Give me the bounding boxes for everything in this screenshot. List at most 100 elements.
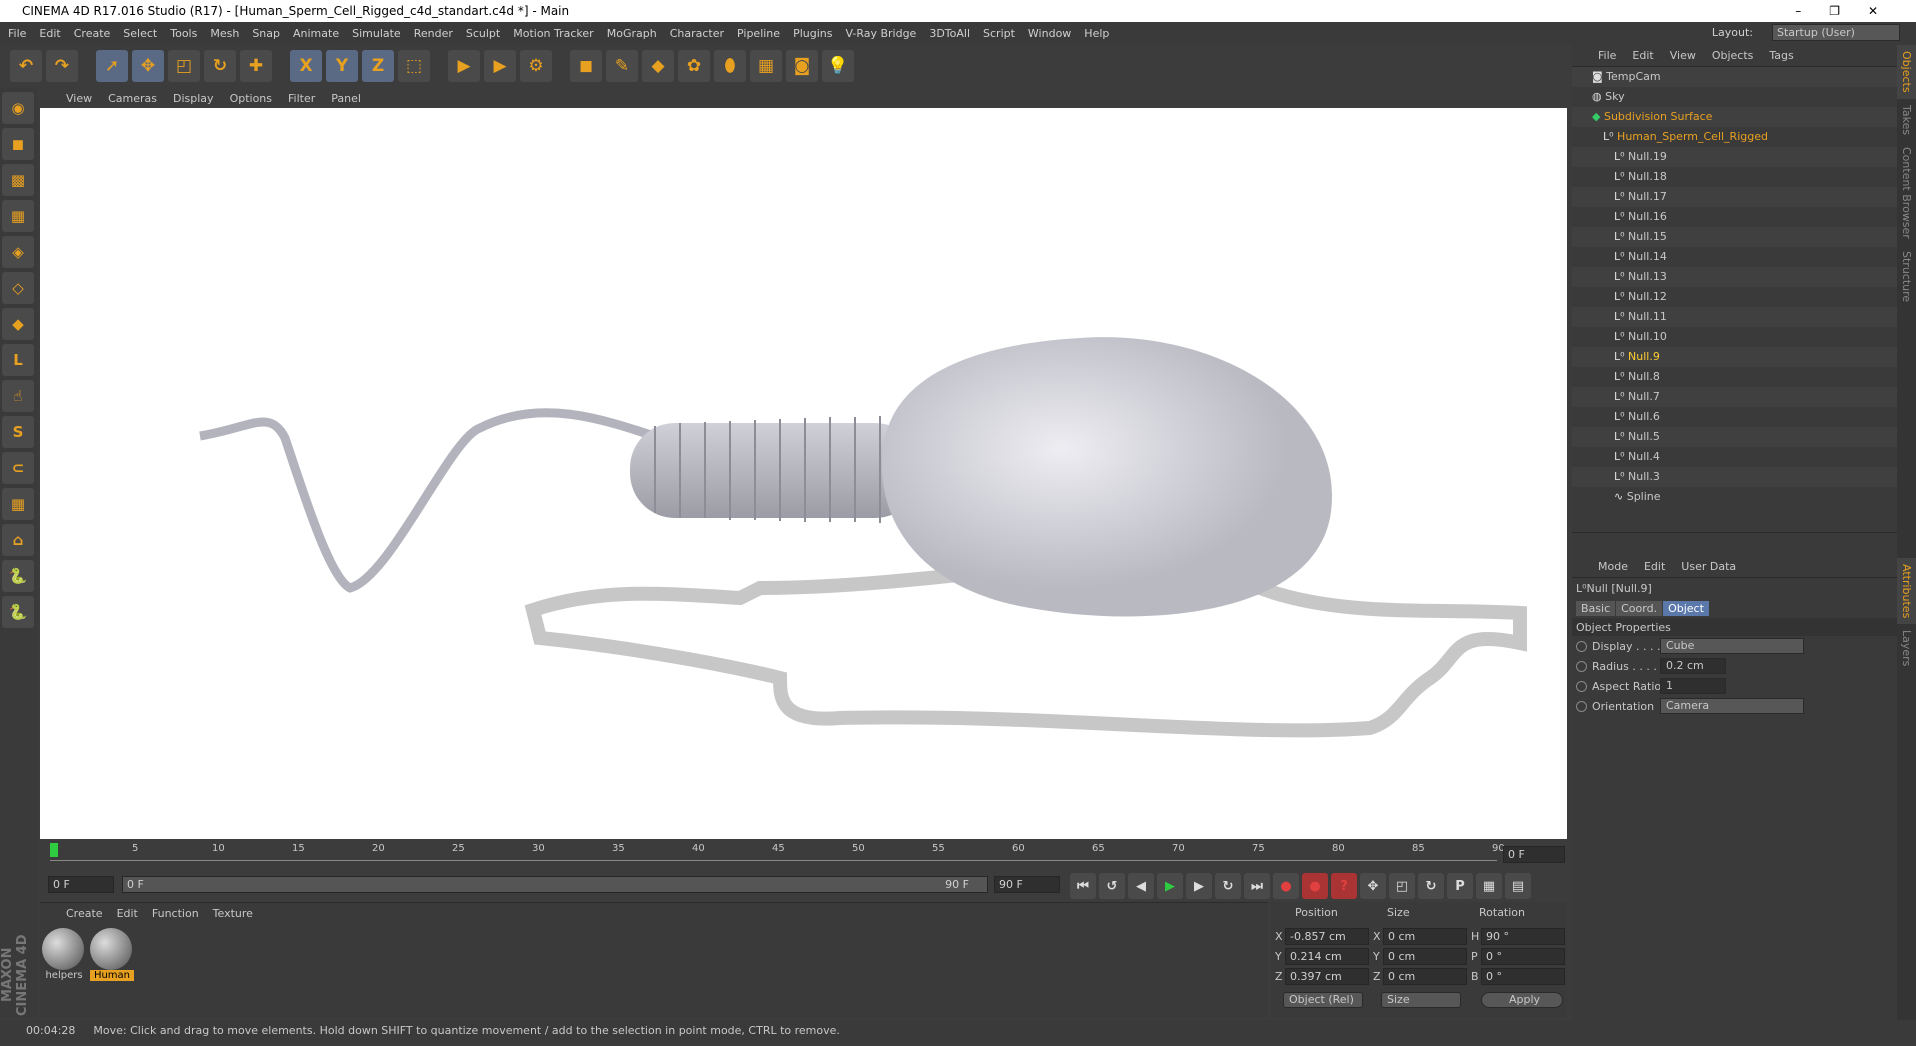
coord-mode-dropdown[interactable]: Object (Rel) bbox=[1283, 992, 1363, 1008]
prev-key-button[interactable]: ↺ bbox=[1099, 873, 1125, 899]
property-value[interactable]: 1 bbox=[1660, 678, 1726, 694]
workplane-button[interactable]: ▦ bbox=[2, 200, 34, 232]
object-item-null-10[interactable]: L⁰ Null.10 bbox=[1572, 327, 1897, 347]
step-back-button[interactable]: ◀ bbox=[1128, 873, 1154, 899]
points-mode-button[interactable]: ◈ bbox=[2, 236, 34, 268]
animate-radio[interactable] bbox=[1576, 700, 1587, 712]
locked-workplane-button[interactable]: ⌂ bbox=[2, 524, 34, 556]
object-item-null-11[interactable]: L⁰ Null.11 bbox=[1572, 307, 1897, 327]
select-button[interactable]: ➚ bbox=[96, 50, 128, 82]
menu-render[interactable]: Render bbox=[414, 27, 453, 40]
objects-menu-edit[interactable]: Edit bbox=[1632, 49, 1653, 62]
coord-system-button[interactable]: ⬚ bbox=[398, 50, 430, 82]
python-button-2[interactable]: 🐍 bbox=[2, 596, 34, 628]
attributes-menu-mode[interactable]: Mode bbox=[1598, 560, 1628, 573]
python-button[interactable]: 🐍 bbox=[2, 560, 34, 592]
objects-menu-view[interactable]: View bbox=[1670, 49, 1696, 62]
scale-button[interactable]: ◰ bbox=[168, 50, 200, 82]
apply-button[interactable]: Apply bbox=[1481, 992, 1563, 1008]
window-controls[interactable]: –❐✕ bbox=[1795, 0, 1906, 22]
attributes-menu-edit[interactable]: Edit bbox=[1644, 560, 1665, 573]
object-item-null-15[interactable]: L⁰ Null.15 bbox=[1572, 227, 1897, 247]
object-item-null-9[interactable]: L⁰ Null.9 bbox=[1572, 347, 1897, 367]
x-axis-button[interactable]: X bbox=[290, 50, 322, 82]
move-button[interactable]: ✥ bbox=[132, 50, 164, 82]
range-slider[interactable]: 0 F 90 F bbox=[122, 876, 988, 893]
menu-create[interactable]: Create bbox=[74, 27, 111, 40]
material-menu-edit[interactable]: Edit bbox=[117, 907, 138, 923]
object-item-null-18[interactable]: L⁰ Null.18 bbox=[1572, 167, 1897, 187]
material-helpers[interactable]: helpers bbox=[42, 928, 86, 981]
undo-button[interactable]: ↶ bbox=[10, 50, 42, 82]
property-value[interactable]: Camera bbox=[1660, 698, 1804, 714]
menu-mesh[interactable]: Mesh bbox=[210, 27, 239, 40]
snap-button[interactable]: S bbox=[2, 416, 34, 448]
tweak-button[interactable]: ☝ bbox=[2, 380, 34, 412]
add-button[interactable]: ✚ bbox=[240, 50, 272, 82]
menu-motion-tracker[interactable]: Motion Tracker bbox=[513, 27, 593, 40]
model-mode-button[interactable]: ◼ bbox=[2, 128, 34, 160]
objects-menu-objects[interactable]: Objects bbox=[1712, 49, 1754, 62]
menu-character[interactable]: Character bbox=[670, 27, 724, 40]
menu-3dtoall[interactable]: 3DToAll bbox=[929, 27, 970, 40]
camera-button[interactable]: ◙ bbox=[786, 50, 818, 82]
go-start-button[interactable]: ⏮ bbox=[1070, 873, 1096, 899]
tab-object[interactable]: Object bbox=[1663, 600, 1709, 616]
side-tab-content-browser[interactable]: Content Browser bbox=[1897, 141, 1916, 245]
subdivision-button[interactable]: ◆ bbox=[642, 50, 674, 82]
property-value[interactable]: 0.2 cm bbox=[1660, 658, 1726, 674]
size-mode-dropdown[interactable]: Size bbox=[1381, 992, 1461, 1008]
property-value[interactable]: Cube bbox=[1660, 638, 1804, 654]
object-item-null-6[interactable]: L⁰ Null.6 bbox=[1572, 407, 1897, 427]
key-param-button[interactable]: P bbox=[1447, 873, 1473, 899]
menu-help[interactable]: Help bbox=[1084, 27, 1109, 40]
side-tab-objects[interactable]: Objects bbox=[1897, 45, 1916, 99]
deformer-button[interactable]: ⬮ bbox=[714, 50, 746, 82]
menu-pipeline[interactable]: Pipeline bbox=[737, 27, 780, 40]
pen-button[interactable]: ✎ bbox=[606, 50, 638, 82]
z-axis-button[interactable]: Z bbox=[362, 50, 394, 82]
menu-window[interactable]: Window bbox=[1028, 27, 1071, 40]
objects-menu-file[interactable]: File bbox=[1598, 49, 1616, 62]
side-tab-attributes[interactable]: Attributes bbox=[1897, 557, 1916, 624]
menu-snap[interactable]: Snap bbox=[252, 27, 280, 40]
y-axis-button[interactable]: Y bbox=[326, 50, 358, 82]
object-item-null-14[interactable]: L⁰ Null.14 bbox=[1572, 247, 1897, 267]
play-button[interactable]: ▶ bbox=[1157, 873, 1183, 899]
autokey-button[interactable]: ● bbox=[1302, 873, 1328, 899]
object-item-null-4[interactable]: L⁰ Null.4 bbox=[1572, 447, 1897, 467]
object-item-null-3[interactable]: L⁰ Null.3 bbox=[1572, 467, 1897, 487]
menu-script[interactable]: Script bbox=[983, 27, 1015, 40]
object-item-null-19[interactable]: L⁰ Null.19 bbox=[1572, 147, 1897, 167]
viewport-menu-display[interactable]: Display bbox=[173, 92, 214, 105]
viewport-menu-options[interactable]: Options bbox=[230, 92, 272, 105]
material-menu-texture[interactable]: Texture bbox=[213, 907, 253, 923]
viewport[interactable] bbox=[40, 108, 1567, 839]
size-z-field[interactable]: 0 cm bbox=[1383, 968, 1467, 985]
object-item-subdivision-surface[interactable]: ◆ Subdivision Surface bbox=[1572, 107, 1897, 127]
rot-p-field[interactable]: 0 ° bbox=[1481, 948, 1565, 965]
menu-sculpt[interactable]: Sculpt bbox=[466, 27, 500, 40]
object-item-sky[interactable]: ◍ Sky bbox=[1572, 87, 1897, 107]
menu-file[interactable]: File bbox=[8, 27, 26, 40]
material-menu-create[interactable]: Create bbox=[66, 907, 103, 923]
viewport-menu-panel[interactable]: Panel bbox=[331, 92, 361, 105]
side-tab-takes[interactable]: Takes bbox=[1897, 99, 1916, 141]
record-button[interactable]: ● bbox=[1273, 873, 1299, 899]
menu-mograph[interactable]: MoGraph bbox=[607, 27, 657, 40]
menu-v-ray-bridge[interactable]: V-Ray Bridge bbox=[845, 27, 916, 40]
menu-plugins[interactable]: Plugins bbox=[793, 27, 832, 40]
animate-radio[interactable] bbox=[1576, 680, 1587, 692]
object-item-null-17[interactable]: L⁰ Null.17 bbox=[1572, 187, 1897, 207]
rotate-button[interactable]: ↻ bbox=[204, 50, 236, 82]
object-item-null-5[interactable]: L⁰ Null.5 bbox=[1572, 427, 1897, 447]
rot-b-field[interactable]: 0 ° bbox=[1481, 968, 1565, 985]
end-frame-field[interactable]: 90 F bbox=[994, 876, 1060, 893]
tab-coord[interactable]: Coord. bbox=[1616, 600, 1663, 616]
layout-dropdown[interactable]: Startup (User) bbox=[1772, 24, 1900, 41]
material-human[interactable]: Human bbox=[90, 928, 134, 981]
timeline-button[interactable]: ▤ bbox=[1505, 873, 1531, 899]
object-item-human-sperm-cell-rigged[interactable]: L⁰ Human_Sperm_Cell_Rigged bbox=[1572, 127, 1897, 147]
render-view-button[interactable]: ▶ bbox=[448, 50, 480, 82]
lock-grid-button[interactable]: ▦ bbox=[2, 488, 34, 520]
